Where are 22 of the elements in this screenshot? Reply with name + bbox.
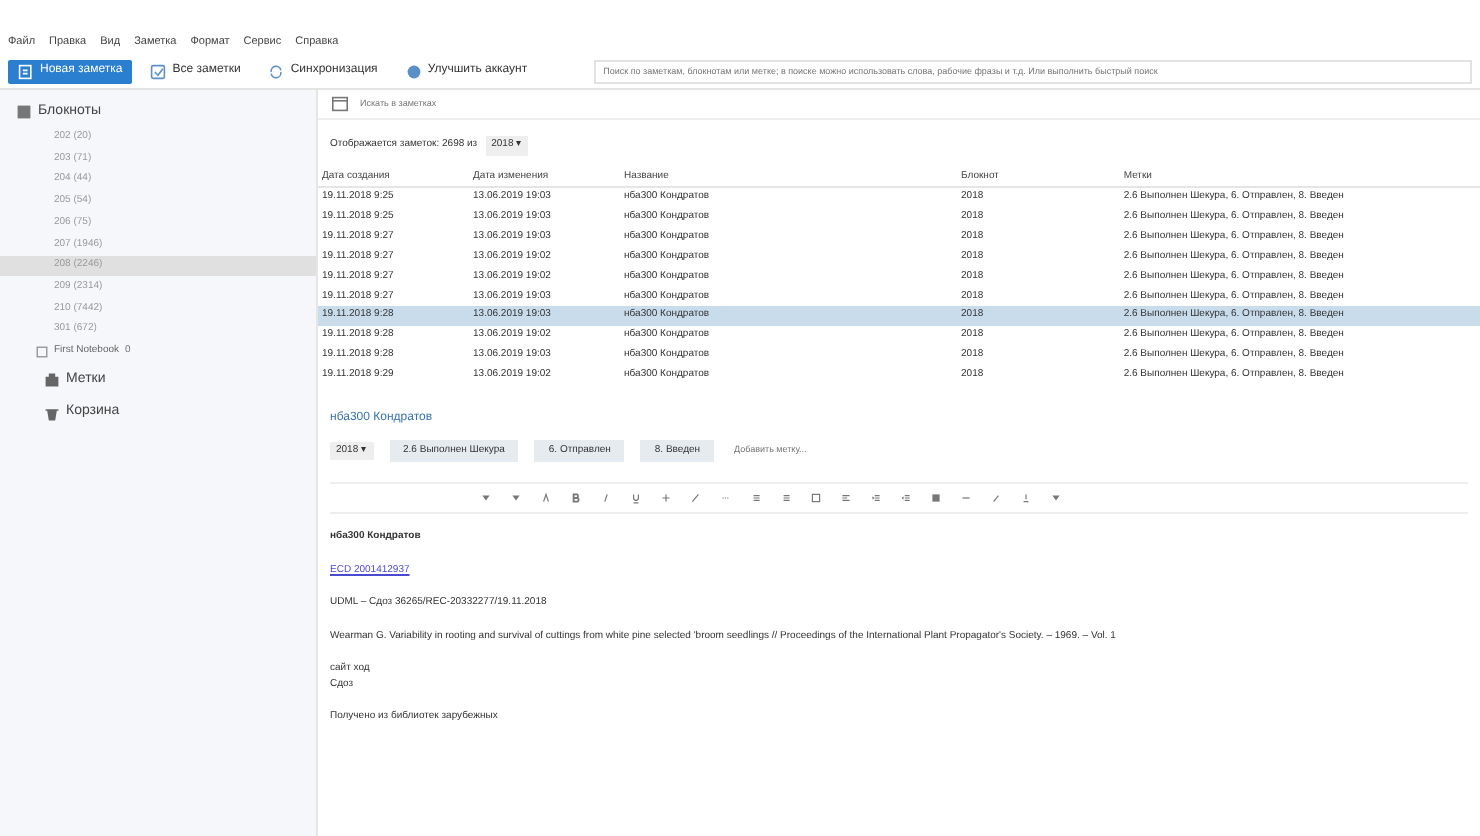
bullet-list-icon [750,492,762,505]
sync-icon [268,63,285,79]
trash-icon [44,405,60,422]
underline-icon [630,492,642,505]
notes-icon [150,63,167,79]
table-icon [930,492,942,505]
italic-icon [600,492,612,505]
view-icon [330,96,350,112]
caret-icon [480,492,492,505]
caret-icon [510,492,522,505]
checkbox-icon [810,492,822,505]
numbered-list-icon [780,492,792,505]
align-icon [840,492,852,505]
note-icon [18,63,34,79]
indent-icon [870,492,882,505]
notebook-icon [16,104,32,121]
outdent-icon [900,492,912,505]
bold-icon [570,492,582,505]
rule-icon [960,492,972,505]
notebook-icon [36,346,48,359]
text-color-icon [540,492,552,505]
more-icon [1050,492,1062,505]
